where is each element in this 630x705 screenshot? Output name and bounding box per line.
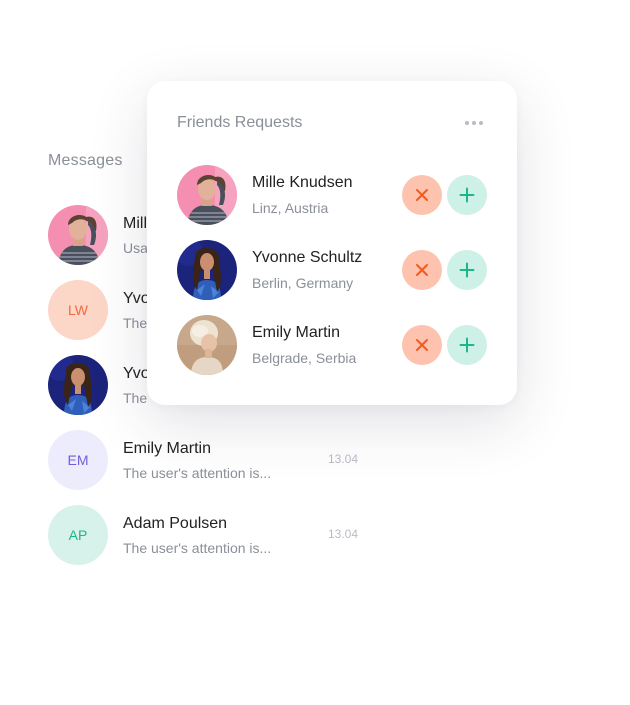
close-icon xyxy=(416,339,428,351)
friend-request-item: Mille Knudsen Linz, Austria xyxy=(177,165,487,225)
request-name: Emily Martin xyxy=(252,324,341,341)
accept-button[interactable] xyxy=(447,325,487,365)
message-sender: Adam Poulsen xyxy=(123,515,228,532)
dot xyxy=(479,121,483,125)
avatar xyxy=(48,355,108,415)
more-horizontal-icon[interactable] xyxy=(462,117,486,129)
message-item[interactable]: AP Adam Poulsen The user's attention is.… xyxy=(48,505,378,565)
close-icon xyxy=(416,264,428,276)
message-sender: Emily Martin xyxy=(123,440,212,457)
plus-icon xyxy=(459,187,475,203)
avatar xyxy=(177,240,237,300)
message-time: 13.04 xyxy=(328,452,359,466)
request-name: Yvonne Schultz xyxy=(252,249,363,266)
request-location: Belgrade, Serbia xyxy=(252,350,357,366)
message-preview: Usa xyxy=(123,240,148,256)
decline-button[interactable] xyxy=(402,325,442,365)
accept-button[interactable] xyxy=(447,250,487,290)
message-preview: The user's attention is... xyxy=(123,465,272,481)
close-icon xyxy=(416,189,428,201)
decline-button[interactable] xyxy=(402,250,442,290)
message-preview: The user's attention is... xyxy=(123,540,272,556)
friend-request-item: Yvonne Schultz Berlin, Germany xyxy=(177,240,487,300)
accept-button[interactable] xyxy=(447,175,487,215)
message-preview: The xyxy=(123,390,148,406)
avatar-initials: AP xyxy=(48,505,108,565)
decline-button[interactable] xyxy=(402,175,442,215)
screen: Messages Mill Usa LW Yvo The Yvo The EM … xyxy=(0,0,630,705)
friend-request-item: Emily Martin Belgrade, Serbia xyxy=(177,315,487,375)
message-sender: Yvo xyxy=(123,290,150,307)
plus-icon xyxy=(459,262,475,278)
request-name: Mille Knudsen xyxy=(252,174,353,191)
dot xyxy=(472,121,476,125)
avatar xyxy=(177,315,237,375)
plus-icon xyxy=(459,337,475,353)
message-sender: Yvo xyxy=(123,365,150,382)
friend-requests-card: Friends Requests Mille Knudsen Linz, Aus… xyxy=(147,81,517,405)
message-time: 13.04 xyxy=(328,527,359,541)
message-preview: The xyxy=(123,315,148,331)
dot xyxy=(465,121,469,125)
avatar-initials: LW xyxy=(48,280,108,340)
avatar-initials: EM xyxy=(48,430,108,490)
request-location: Linz, Austria xyxy=(252,200,329,216)
message-sender: Mill xyxy=(123,215,147,232)
card-title: Friends Requests xyxy=(177,114,303,131)
message-item[interactable]: EM Emily Martin The user's attention is.… xyxy=(48,430,378,490)
request-location: Berlin, Germany xyxy=(252,275,354,291)
avatar xyxy=(177,165,237,225)
avatar xyxy=(48,205,108,265)
